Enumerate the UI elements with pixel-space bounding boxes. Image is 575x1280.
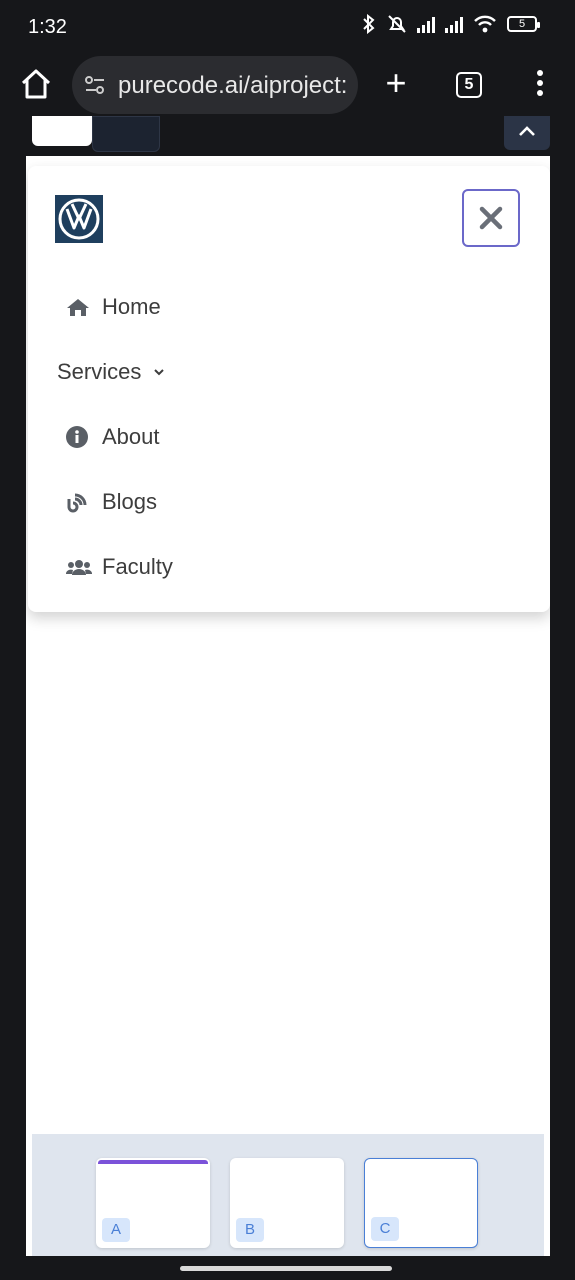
new-tab-button[interactable]: + [382,65,410,102]
chevron-up-icon [519,126,535,136]
brand-logo[interactable] [55,195,103,243]
code-mode-button[interactable] [92,116,160,152]
status-icons: 5 [361,14,540,34]
variant-label: C [371,1217,399,1241]
tab-switcher-button[interactable]: 5 [456,72,482,98]
nav-item-about[interactable]: About [66,404,173,469]
overflow-menu-icon[interactable] [530,70,550,100]
variant-thumbnail-b[interactable]: B [230,1158,344,1248]
variant-preview-panel: A B C [32,1134,544,1256]
mobile-nav-menu: Home Services About Blogs Faculty [28,166,550,612]
variant-label: A [102,1218,130,1242]
nav-label-services: Services [57,358,142,384]
nav-item-blogs[interactable]: Blogs [66,469,173,534]
bluetooth-icon [363,14,375,34]
close-icon [479,206,503,230]
nav-item-home[interactable]: Home [66,274,173,339]
status-bar: 1:32 5 [0,0,575,56]
signal-icon [417,15,435,33]
bell-off-icon [388,15,406,33]
wifi-icon [474,15,496,33]
gesture-bar[interactable] [180,1266,392,1271]
address-bar[interactable]: purecode.ai/aiproject: [72,56,358,114]
variant-thumbnail-c[interactable]: C [364,1158,478,1248]
status-time: 1:32 [28,16,67,38]
nav-label-about: About [102,423,160,449]
nav-label-home: Home [102,293,161,319]
nav-item-faculty[interactable]: Faculty [66,534,173,599]
url-text[interactable]: purecode.ai/aiproject: [118,72,350,100]
vw-logo-icon [55,195,103,243]
info-icon [66,425,92,448]
chevron-down-icon [154,368,165,375]
home-icon[interactable] [18,66,54,102]
battery-icon: 5 [507,16,540,32]
variant-label: B [236,1218,264,1242]
users-icon [66,556,92,578]
nav-label-blogs: Blogs [102,488,158,514]
web-page: Home Services About Blogs Faculty A B C [26,116,550,1256]
home-icon [66,296,92,318]
collapse-button[interactable] [504,116,550,150]
thumbnail-header [98,1160,208,1164]
site-settings-icon[interactable] [84,74,106,96]
signal-icon [445,15,463,33]
close-menu-button[interactable] [462,189,520,247]
nav-item-services[interactable]: Services [57,339,173,404]
variant-thumbnail-a[interactable]: A [96,1158,210,1248]
editor-toolbar [26,116,550,156]
browser-toolbar: purecode.ai/aiproject: + 5 [0,56,575,116]
nav-list: Home Services About Blogs Faculty [57,274,173,599]
nav-label-faculty: Faculty [102,553,173,579]
blog-icon [66,491,92,513]
preview-mode-button[interactable] [32,116,92,146]
